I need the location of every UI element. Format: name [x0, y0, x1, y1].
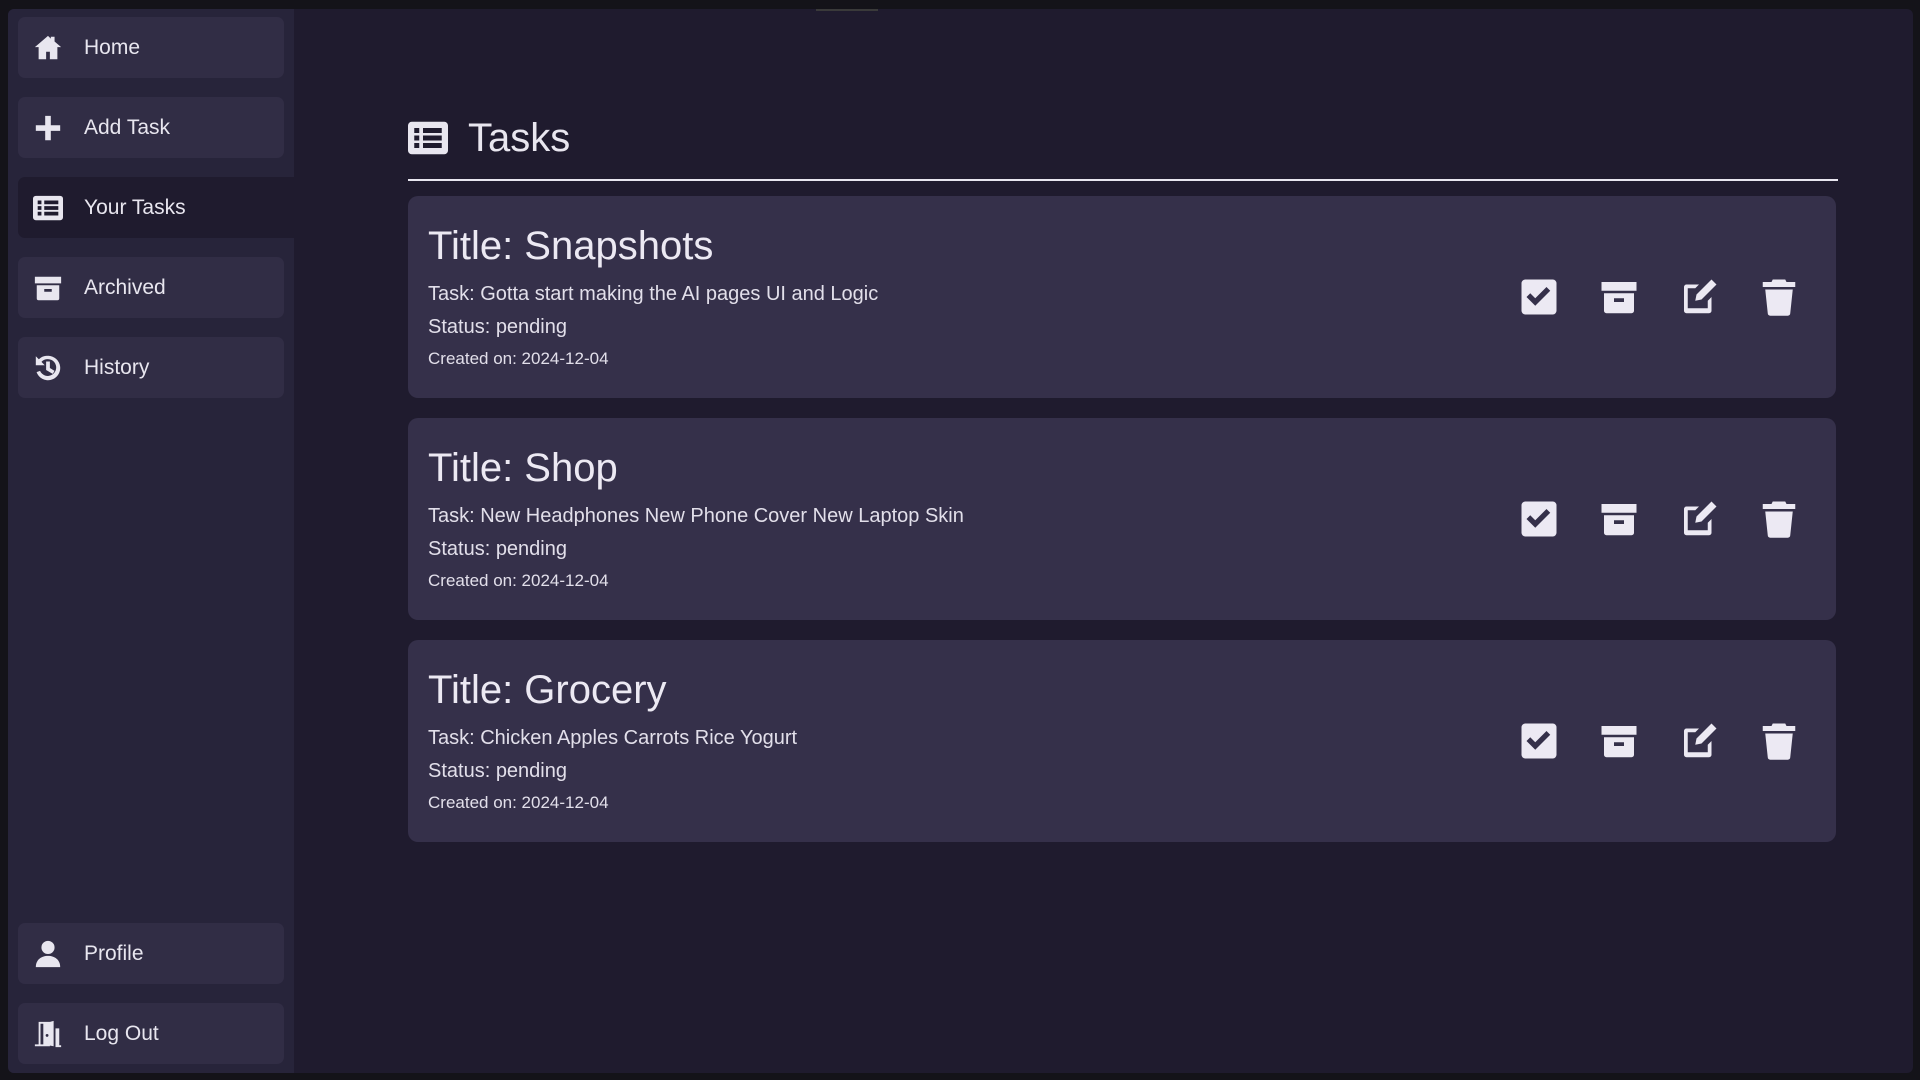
task-status: Status: pending	[428, 316, 567, 338]
task-title: Title: Grocery	[428, 668, 667, 712]
task-created-date: Created on: 2024-12-04	[428, 349, 609, 368]
archive-icon[interactable]	[1598, 498, 1640, 540]
list-icon	[32, 192, 64, 224]
page-header: Tasks	[408, 109, 1838, 181]
sidebar-item-home[interactable]: Home	[18, 17, 284, 78]
sidebar-item-log-out[interactable]: Log Out	[18, 1003, 284, 1064]
task-actions	[1518, 276, 1800, 318]
sidebar-item-label: History	[84, 355, 150, 379]
sidebar-item-label: Log Out	[84, 1021, 159, 1045]
checkbox-complete-icon[interactable]	[1518, 276, 1560, 318]
task-card: Title: Shop Task: New Headphones New Pho…	[408, 418, 1836, 620]
sidebar-item-archived[interactable]: Archived	[18, 257, 284, 318]
trash-icon[interactable]	[1758, 720, 1800, 762]
app-window: Home Add Task Your Tasks Archived Histor…	[8, 9, 1913, 1073]
checkbox-complete-icon[interactable]	[1518, 720, 1560, 762]
task-created-date: Created on: 2024-12-04	[428, 793, 609, 812]
task-actions	[1518, 720, 1800, 762]
trash-icon[interactable]	[1758, 276, 1800, 318]
task-card: Title: Snapshots Task: Gotta start makin…	[408, 196, 1836, 398]
sidebar-item-your-tasks[interactable]: Your Tasks	[18, 177, 294, 238]
sidebar: Home Add Task Your Tasks Archived Histor…	[8, 9, 294, 1073]
door-exit-icon	[32, 1018, 64, 1050]
edit-icon[interactable]	[1678, 498, 1720, 540]
sidebar-item-label: Profile	[84, 941, 144, 965]
sidebar-item-history[interactable]: History	[18, 337, 284, 398]
plus-icon	[32, 112, 64, 144]
archive-icon[interactable]	[1598, 720, 1640, 762]
edit-icon[interactable]	[1678, 276, 1720, 318]
main-content: Tasks Title: Snapshots Task: Gotta start…	[408, 9, 1913, 1073]
list-icon	[408, 120, 448, 156]
task-description: Task: Gotta start making the AI pages UI…	[428, 283, 879, 305]
page-title: Tasks	[468, 116, 571, 160]
task-description: Task: New Headphones New Phone Cover New…	[428, 505, 964, 527]
task-status: Status: pending	[428, 538, 567, 560]
sidebar-item-label: Your Tasks	[84, 195, 186, 219]
user-icon	[32, 938, 64, 970]
sidebar-item-label: Archived	[84, 275, 166, 299]
edit-icon[interactable]	[1678, 720, 1720, 762]
task-card: Title: Grocery Task: Chicken Apples Carr…	[408, 640, 1836, 842]
archive-icon	[32, 272, 64, 304]
sidebar-item-label: Home	[84, 35, 141, 59]
history-icon	[32, 352, 64, 384]
task-status: Status: pending	[428, 760, 567, 782]
archive-icon[interactable]	[1598, 276, 1640, 318]
task-actions	[1518, 498, 1800, 540]
task-title: Title: Shop	[428, 446, 618, 490]
sidebar-item-add-task[interactable]: Add Task	[18, 97, 284, 158]
task-description: Task: Chicken Apples Carrots Rice Yogurt	[428, 727, 798, 749]
home-icon	[32, 32, 64, 64]
trash-icon[interactable]	[1758, 498, 1800, 540]
task-title: Title: Snapshots	[428, 224, 714, 268]
sidebar-item-label: Add Task	[84, 115, 170, 139]
checkbox-complete-icon[interactable]	[1518, 498, 1560, 540]
sidebar-item-profile[interactable]: Profile	[18, 923, 284, 984]
task-created-date: Created on: 2024-12-04	[428, 571, 609, 590]
